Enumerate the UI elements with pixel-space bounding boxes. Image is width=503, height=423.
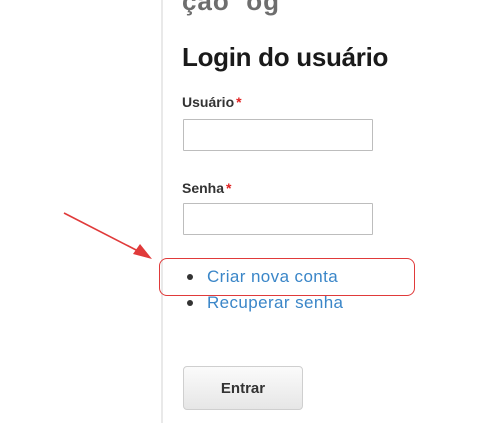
- required-marker: *: [236, 94, 242, 110]
- password-input[interactable]: [183, 203, 373, 235]
- recover-password-link[interactable]: Recuperar senha: [207, 293, 343, 312]
- username-label: Usuário *: [182, 94, 242, 110]
- bullet-icon: [187, 300, 193, 306]
- login-page: ção og Login do usuário Usuário * Senha * …: [0, 0, 503, 423]
- username-input[interactable]: [183, 119, 373, 151]
- account-links-list: Criar nova conta Recuperar senha: [182, 264, 343, 316]
- page-title: Login do usuário: [182, 42, 389, 72]
- create-account-link[interactable]: Criar nova conta: [207, 267, 338, 286]
- username-label-text: Usuário: [182, 94, 235, 110]
- password-label-text: Senha: [182, 180, 225, 196]
- bullet-icon: [187, 274, 193, 280]
- required-marker: *: [226, 180, 232, 196]
- list-item-recover-password: Recuperar senha: [182, 290, 343, 316]
- password-label: Senha *: [182, 180, 231, 196]
- list-item-create-account: Criar nova conta: [182, 264, 343, 290]
- login-submit-button[interactable]: Entrar: [183, 366, 303, 410]
- sidebar-divider: [161, 0, 163, 423]
- cropped-heading-fragment: ção og: [182, 0, 281, 16]
